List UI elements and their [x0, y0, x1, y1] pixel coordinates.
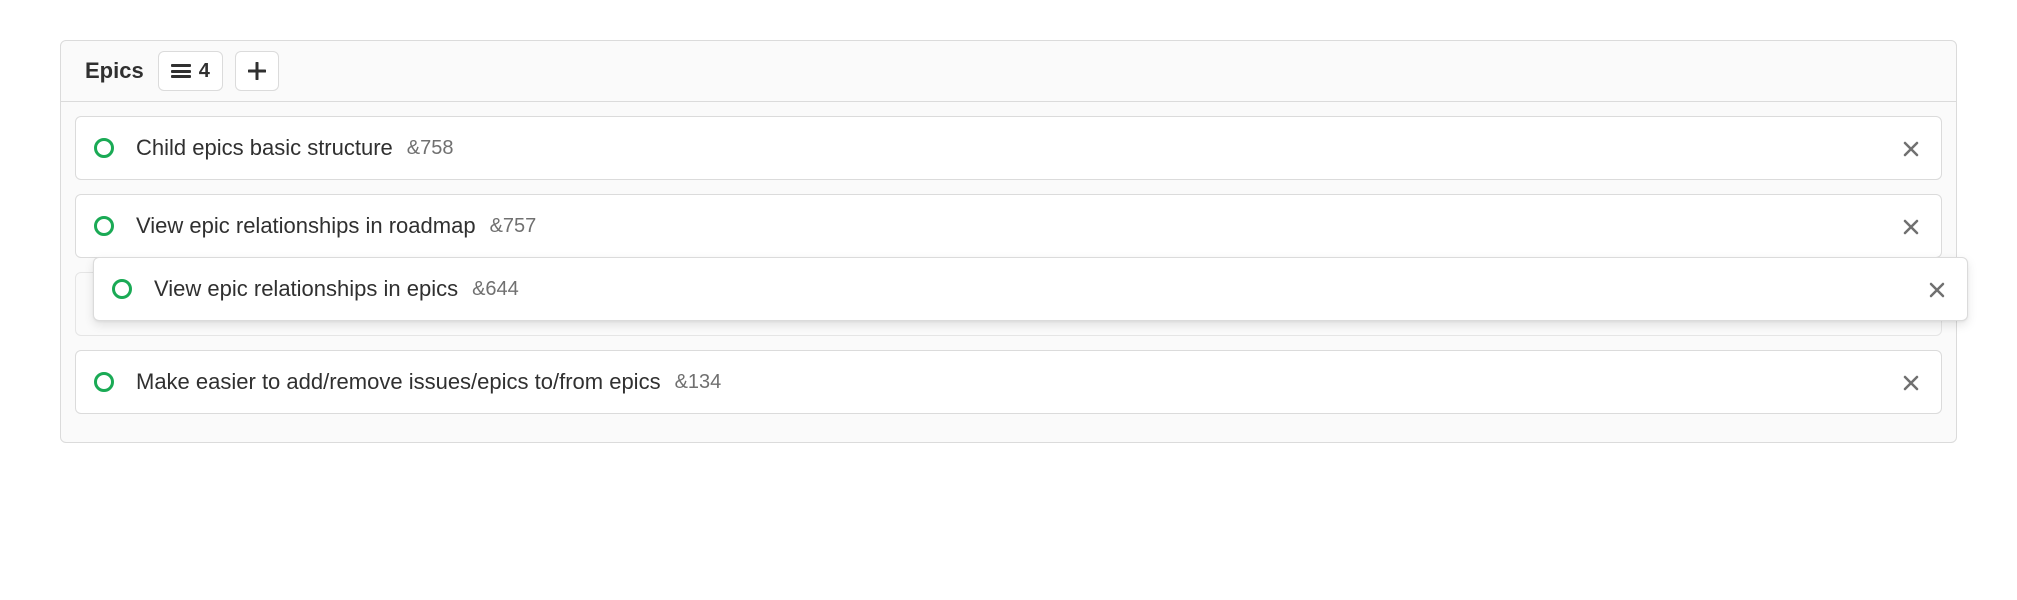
status-open-icon — [94, 138, 114, 158]
epic-id: &644 — [472, 278, 519, 301]
epics-count: 4 — [199, 60, 210, 83]
epic-id: &758 — [407, 137, 454, 160]
epic-title: Child epics basic structure — [136, 135, 393, 161]
epic-row[interactable]: View epic relationships in roadmap &757 — [75, 194, 1942, 258]
add-epic-button[interactable] — [235, 51, 279, 91]
epic-id: &134 — [675, 371, 722, 394]
remove-epic-button[interactable] — [1925, 272, 1949, 306]
status-open-icon — [112, 279, 132, 299]
status-open-icon — [94, 216, 114, 236]
remove-epic-button[interactable] — [1899, 209, 1923, 243]
close-icon — [1903, 141, 1919, 157]
status-open-icon — [94, 372, 114, 392]
epics-count-button[interactable]: 4 — [158, 51, 223, 91]
close-icon — [1903, 375, 1919, 391]
epics-panel-header: Epics 4 — [61, 41, 1956, 101]
epic-row[interactable]: Child epics basic structure &758 — [75, 116, 1942, 180]
remove-epic-button[interactable] — [1899, 365, 1923, 399]
epic-title: View epic relationships in epics — [154, 276, 458, 302]
epic-row[interactable]: Make easier to add/remove issues/epics t… — [75, 350, 1942, 414]
epic-title: Make easier to add/remove issues/epics t… — [136, 369, 661, 395]
epics-panel: Epics 4 Child epics basic structure &758 — [60, 40, 1957, 443]
list-icon — [171, 64, 191, 78]
panel-title: Epics — [85, 58, 144, 84]
remove-epic-button[interactable] — [1899, 131, 1923, 165]
close-icon — [1929, 282, 1945, 298]
epics-list: Child epics basic structure &758 View ep… — [61, 101, 1956, 442]
epic-id: &757 — [490, 215, 537, 238]
epic-row-dragging[interactable]: View epic relationships in epics &644 — [93, 257, 1968, 321]
epic-title: View epic relationships in roadmap — [136, 213, 476, 239]
plus-icon — [248, 62, 266, 80]
close-icon — [1903, 219, 1919, 235]
